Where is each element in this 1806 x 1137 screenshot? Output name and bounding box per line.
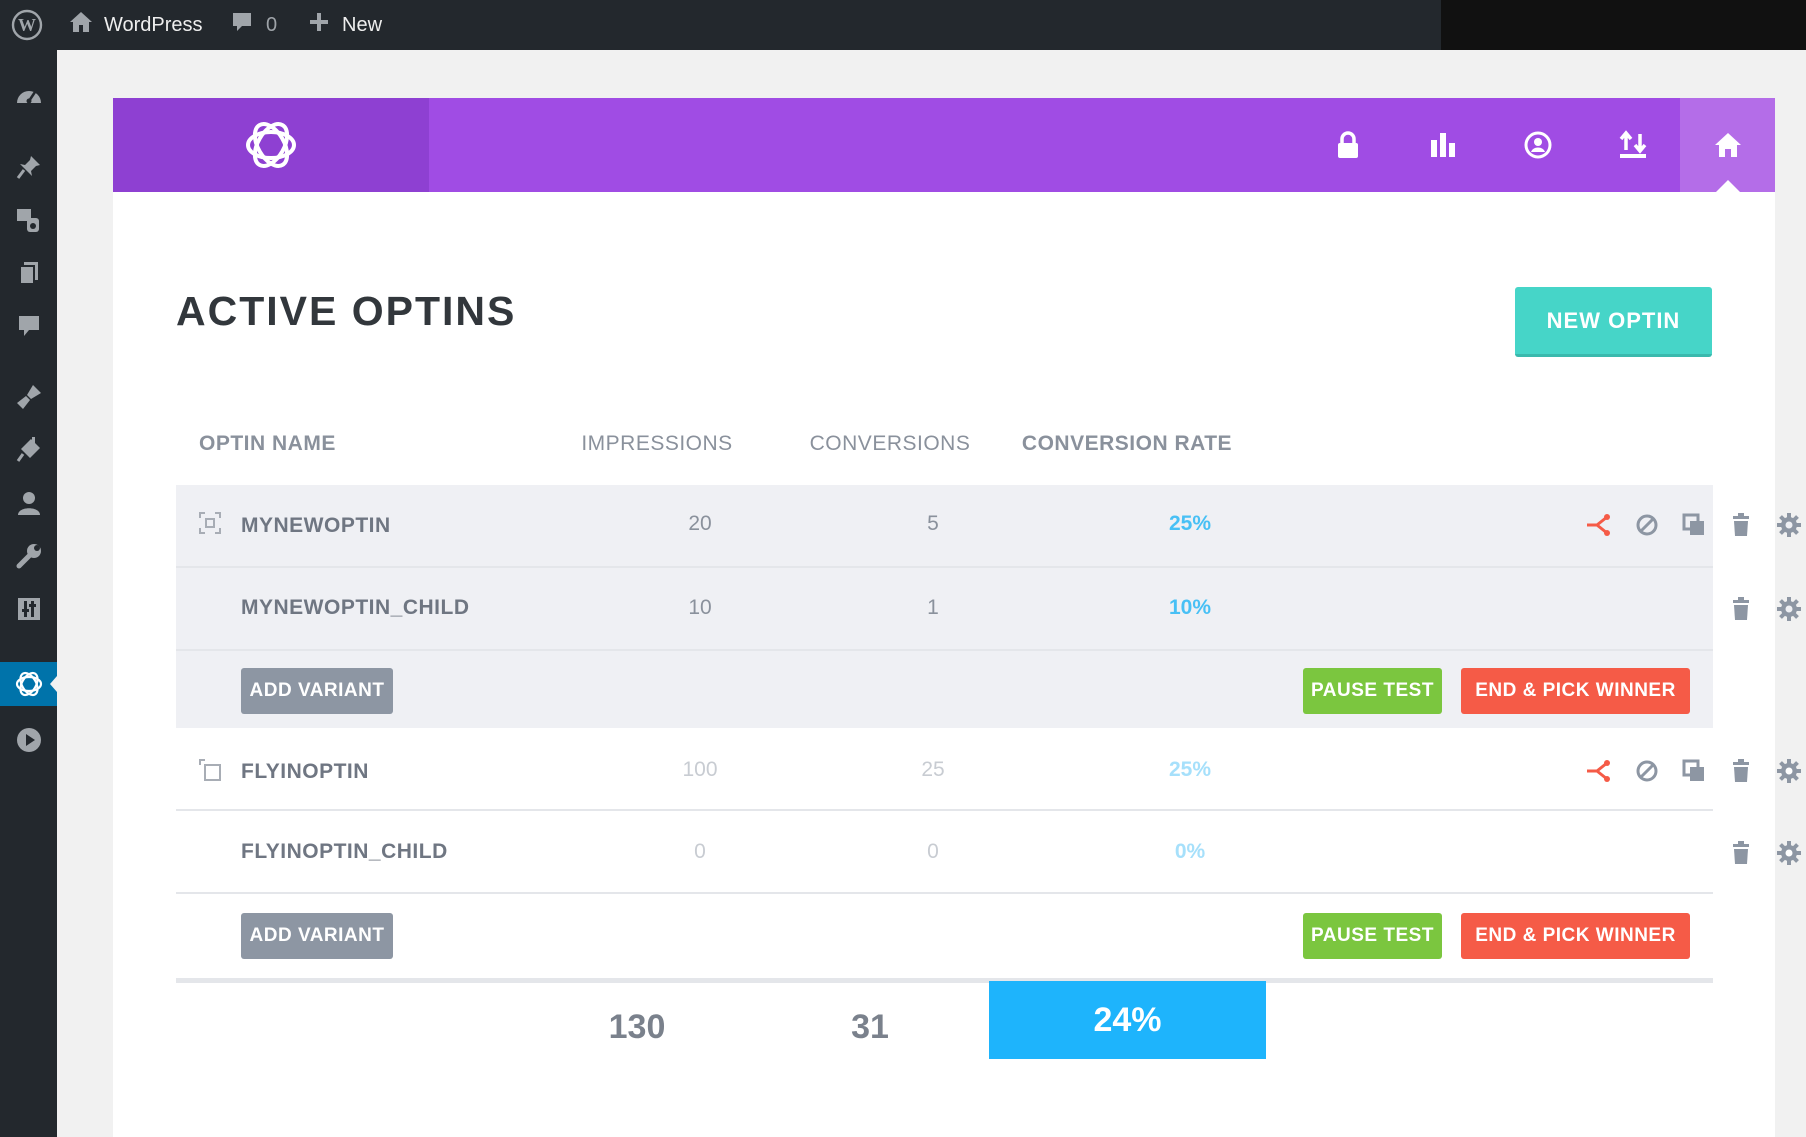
comment-icon [230,10,254,40]
comments-icon[interactable] [0,304,57,348]
home-icon [68,10,94,40]
conversions-value: 5 [927,512,939,535]
media-play-icon[interactable] [0,718,57,762]
column-header-impressions[interactable]: IMPRESSIONS [537,432,777,456]
delete-icon[interactable] [1727,595,1755,623]
table-row[interactable]: FLYINOPTIN 100 25 25% [176,728,1801,811]
conversions-value: 25 [921,758,945,781]
optin-name[interactable]: FLYINOPTIN_CHILD [241,840,448,864]
new-content-link[interactable]: New [308,0,382,50]
end-pick-winner-button[interactable]: END & PICK WINNER [1461,668,1690,714]
delete-icon[interactable] [1727,511,1755,539]
optin-name[interactable]: MYNEWOPTIN_CHILD [241,596,470,620]
bloom-panel: ACTIVE OPTINS NEW OPTIN OPTIN NAME IMPRE… [113,98,1801,1137]
duplicate-icon[interactable] [1680,757,1708,785]
popup-type-icon [198,511,222,540]
disable-icon[interactable] [1633,511,1661,539]
column-header-conversions[interactable]: CONVERSIONS [770,432,1010,456]
settings-icon[interactable] [1775,595,1803,623]
total-conversions: 31 [851,1008,889,1046]
account-icon[interactable] [1490,98,1585,192]
add-variant-button[interactable]: ADD VARIANT [241,913,393,959]
media-icon[interactable] [0,198,57,242]
users-icon[interactable] [0,481,57,525]
end-pick-winner-button[interactable]: END & PICK WINNER [1461,913,1690,959]
conversions-value: 0 [927,840,939,863]
delete-icon[interactable] [1727,757,1755,785]
disable-icon[interactable] [1633,757,1661,785]
admin-bar-right [1441,0,1806,50]
optin-name[interactable]: MYNEWOPTIN [241,514,391,538]
admin-sidebar [0,50,57,1137]
wordpress-logo-icon[interactable]: W [10,0,44,50]
appearance-brush-icon[interactable] [0,375,57,419]
table-row[interactable]: MYNEWOPTIN_CHILD 10 1 10% [176,568,1801,651]
chart-icon[interactable] [1395,98,1490,192]
conversions-value: 1 [927,596,939,619]
rate-value: 25% [1168,512,1212,535]
totals-divider [176,978,1713,983]
settings-icon[interactable] [1775,511,1803,539]
impressions-value: 10 [688,596,712,619]
impressions-value: 100 [682,758,718,781]
settings-icon[interactable] [1775,839,1803,867]
plus-icon [308,11,330,39]
optin-name[interactable]: FLYINOPTIN [241,760,369,784]
impressions-value: 20 [688,512,712,535]
tools-wrench-icon[interactable] [0,534,57,578]
pause-test-button[interactable]: PAUSE TEST [1303,668,1442,714]
split-test-icon[interactable] [1585,511,1613,539]
rate-value: 25% [1168,758,1212,781]
admin-bar: W WordPress 0 New [0,0,1806,50]
bloom-menu-icon[interactable] [0,662,57,706]
dashboard-icon[interactable] [0,73,57,117]
column-header-name[interactable]: OPTIN NAME [199,432,336,456]
new-optin-button[interactable]: NEW OPTIN [1515,287,1712,357]
comments-count: 0 [266,13,278,36]
variant-controls-row: ADD VARIANT PAUSE TEST END & PICK WINNER [176,651,1713,728]
site-name-link[interactable]: WordPress [68,0,203,50]
lock-icon[interactable] [1300,98,1395,192]
column-header-rate[interactable]: CONVERSION RATE [1007,432,1247,456]
posts-pin-icon[interactable] [0,145,57,189]
pause-test-button[interactable]: PAUSE TEST [1303,913,1442,959]
table-row[interactable]: MYNEWOPTIN 20 5 25% [176,485,1801,568]
pages-icon[interactable] [0,251,57,295]
bloom-header [113,98,1775,192]
rate-value: 10% [1168,596,1212,619]
bloom-logo-icon [246,122,296,168]
rate-value: 0% [1174,840,1206,863]
page-title: ACTIVE OPTINS [176,288,517,334]
add-variant-button[interactable]: ADD VARIANT [241,668,393,714]
variant-controls-row: ADD VARIANT PAUSE TEST END & PICK WINNER [176,894,1713,976]
comments-link[interactable]: 0 [230,0,277,50]
split-test-icon[interactable] [1585,757,1613,785]
delete-icon[interactable] [1727,839,1755,867]
total-rate: 24% [989,981,1266,1059]
duplicate-icon[interactable] [1680,511,1708,539]
impressions-value: 0 [694,840,706,863]
bloom-logo [113,98,429,192]
svg-text:W: W [18,15,36,35]
total-impressions: 130 [608,1008,666,1046]
flyin-type-icon [198,758,222,787]
home-icon[interactable] [1680,98,1775,192]
table-row[interactable]: FLYINOPTIN_CHILD 0 0 0% [176,811,1801,894]
import-export-icon[interactable] [1585,98,1680,192]
new-label: New [342,13,383,36]
plugins-icon[interactable] [0,428,57,472]
site-name: WordPress [104,13,203,36]
settings-sliders-icon[interactable] [0,587,57,631]
settings-icon[interactable] [1775,757,1803,785]
